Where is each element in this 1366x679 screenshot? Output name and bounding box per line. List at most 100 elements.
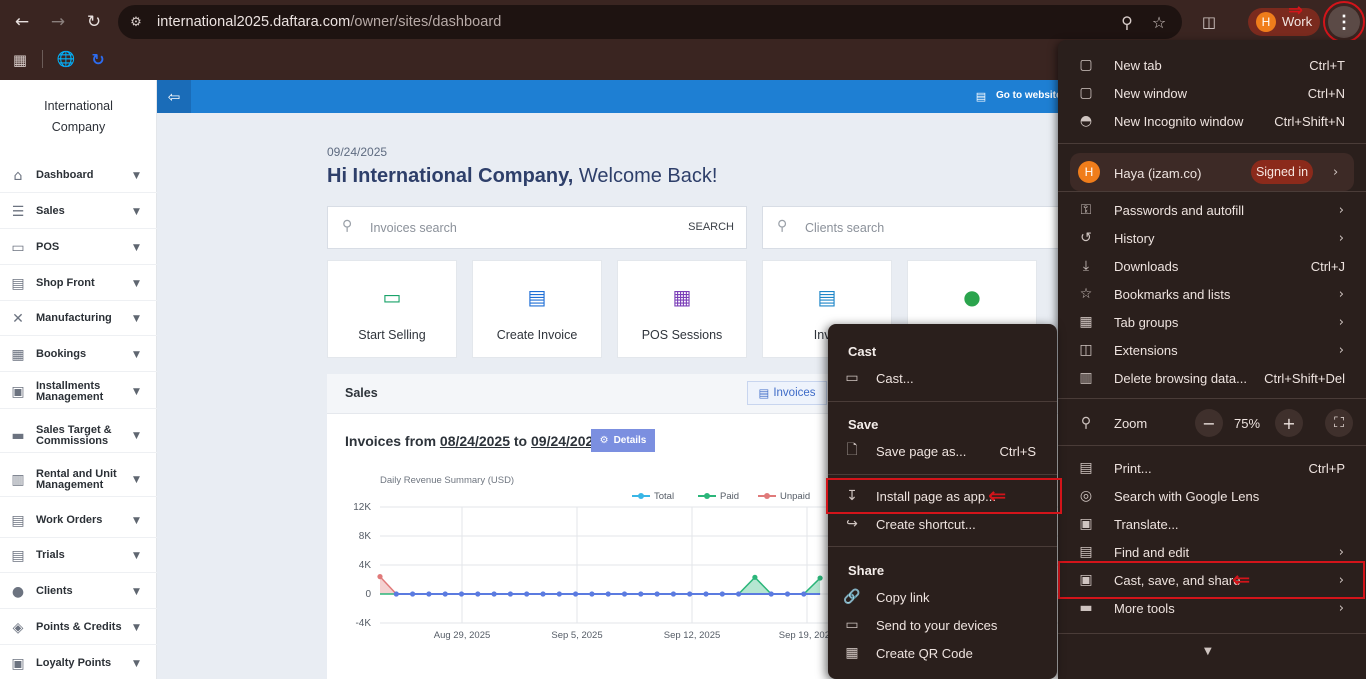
sidebar-item[interactable]: ◈ Points & Credits ▼ bbox=[0, 611, 157, 645]
site-info-icon[interactable]: ⚙ bbox=[126, 12, 146, 32]
sidebar-item-label: Points & Credits bbox=[36, 621, 122, 633]
create-qr-code-item[interactable]: ▦ Create QR Code bbox=[828, 639, 1057, 667]
invoices-search-input[interactable]: Invoices search bbox=[370, 221, 457, 235]
sidebar-item[interactable]: ▣ Installments Management ▼ bbox=[0, 375, 157, 409]
download-icon: ⤓ bbox=[1082, 258, 1090, 274]
create-shortcut-label: Create shortcut... bbox=[876, 516, 976, 532]
cast-item[interactable]: ▭ Cast... bbox=[828, 364, 1057, 392]
sidebar-item[interactable]: ⌂ Dashboard ▼ bbox=[0, 159, 157, 193]
chevron-down-icon[interactable]: ▼ bbox=[1204, 646, 1212, 657]
search-button[interactable]: SEARCH bbox=[688, 221, 734, 233]
qr-code-icon: ▦ bbox=[845, 645, 859, 661]
quick-action-card[interactable]: ▤ Create Invoice bbox=[472, 260, 602, 358]
sidebar-item-label: Trials bbox=[36, 549, 65, 561]
data-point bbox=[703, 591, 709, 597]
quick-action-card[interactable]: ▦ POS Sessions bbox=[617, 260, 747, 358]
extensions-icon[interactable]: ◫ bbox=[1198, 11, 1220, 33]
menu-item[interactable]: ⚿ Passwords and autofill › bbox=[1058, 196, 1366, 224]
save-header: Save bbox=[848, 417, 879, 432]
forward-icon[interactable]: → bbox=[45, 9, 71, 35]
invoices-tab[interactable]: ▤ Invoices bbox=[747, 381, 827, 405]
menu-item[interactable]: ▣ Translate... bbox=[1058, 510, 1366, 538]
sidebar-item-label: Rental and Unit Management bbox=[36, 467, 117, 491]
url-text[interactable]: international2025.daftara.com/owner/site… bbox=[157, 14, 501, 30]
back-icon[interactable]: ← bbox=[9, 9, 35, 35]
menu-item[interactable]: ▦ Tab groups › bbox=[1058, 308, 1366, 336]
clipboard-icon: ▤ bbox=[11, 512, 25, 529]
data-point bbox=[801, 591, 807, 597]
copy-link-item[interactable]: 🔗 Copy link bbox=[828, 583, 1057, 611]
menu-item[interactable]: ◫ Extensions › bbox=[1058, 336, 1366, 364]
details-button[interactable]: ⚙ Details bbox=[591, 429, 655, 452]
chevron-right-icon: › bbox=[1338, 286, 1344, 302]
store-icon: ▤ bbox=[975, 89, 987, 103]
paid-area bbox=[380, 577, 821, 594]
annotation-arrow-icon: ⇒ bbox=[1288, 0, 1304, 21]
bookmark-star-icon[interactable]: ☆ bbox=[1148, 11, 1170, 33]
menu-item[interactable]: ↺ History › bbox=[1058, 224, 1366, 252]
sidebar-item[interactable]: ▥ Rental and Unit Management ▼ bbox=[0, 463, 157, 497]
laptop-icon: ▭ bbox=[382, 285, 402, 309]
globe-icon[interactable]: 🌐 bbox=[56, 49, 76, 69]
cast-icon: ▭ bbox=[845, 370, 859, 386]
quick-action-card[interactable]: ▭ Start Selling bbox=[327, 260, 457, 358]
menu-item[interactable]: ▤ Print... Ctrl+P bbox=[1058, 454, 1366, 482]
sidebar-item[interactable]: ▤ Work Orders ▼ bbox=[0, 504, 157, 538]
menu-divider bbox=[1058, 398, 1366, 399]
menu-item[interactable]: ◎ Search with Google Lens bbox=[1058, 482, 1366, 510]
document-icon: ▤ bbox=[817, 285, 837, 309]
data-point bbox=[654, 591, 660, 597]
greeting-rest: Welcome Back! bbox=[578, 165, 718, 187]
chevron-down-icon: ▼ bbox=[133, 242, 140, 253]
sidebar-item[interactable]: ▣ Loyalty Points ▼ bbox=[0, 647, 157, 679]
data-point bbox=[524, 591, 530, 597]
qr-code-label: Create QR Code bbox=[876, 645, 973, 661]
send-to-devices-item[interactable]: ▭ Send to your devices bbox=[828, 611, 1057, 639]
sidebar-item[interactable]: ▦ Bookings ▼ bbox=[0, 338, 157, 372]
zoom-in-button[interactable]: + bbox=[1275, 409, 1303, 437]
menu-item-label: Bookmarks and lists bbox=[1114, 286, 1231, 302]
chart-y-tick: 12K bbox=[353, 502, 371, 513]
sidebar-item[interactable]: ☰ Sales ▼ bbox=[0, 195, 157, 229]
data-point bbox=[589, 591, 595, 597]
home-icon: ⌂ bbox=[13, 167, 23, 184]
daftara-logo-icon[interactable]: ↻ bbox=[88, 49, 108, 69]
devices-icon: ▭ bbox=[845, 617, 859, 633]
gift-icon: ▣ bbox=[11, 655, 25, 672]
sidebar-item[interactable]: ▬ Sales Target & Commissions ▼ bbox=[0, 419, 157, 453]
reload-icon[interactable]: ↻ bbox=[81, 9, 107, 35]
menu-item[interactable]: ☆ Bookmarks and lists › bbox=[1058, 280, 1366, 308]
sidebar-item[interactable]: ✕ Manufacturing ▼ bbox=[0, 302, 157, 336]
zoom-out-button[interactable]: − bbox=[1195, 409, 1223, 437]
chevron-down-icon: ▼ bbox=[133, 658, 140, 669]
fullscreen-icon[interactable]: ⛶ bbox=[1325, 409, 1353, 437]
sidebar-item[interactable]: ▤ Shop Front ▼ bbox=[0, 267, 157, 301]
menu-item[interactable]: ▢ New tab Ctrl+T bbox=[1058, 51, 1366, 79]
bookmarks-divider bbox=[42, 50, 43, 68]
apps-grid-icon[interactable]: ▦ bbox=[10, 50, 30, 70]
company-name-line2: Company bbox=[51, 120, 106, 134]
save-page-as-item[interactable]: 🗋 Save page as... Ctrl+S bbox=[828, 437, 1057, 465]
calculator-icon: ▦ bbox=[672, 285, 692, 309]
menu-item[interactable]: ▢ New window Ctrl+N bbox=[1058, 79, 1366, 107]
zoom-value: 75% bbox=[1234, 416, 1261, 431]
invoices-search-box[interactable]: ⚲ Invoices search SEARCH bbox=[327, 206, 747, 249]
menu-item[interactable]: ▥ Delete browsing data... Ctrl+Shift+Del bbox=[1058, 364, 1366, 392]
collapse-sidebar-icon[interactable]: ⇦ bbox=[157, 80, 191, 113]
welcome-heading: Hi International Company, Welcome Back! bbox=[327, 165, 717, 188]
menu-item[interactable]: ◓ New Incognito window Ctrl+Shift+N bbox=[1058, 107, 1366, 135]
clients-search-input[interactable]: Clients search bbox=[805, 221, 884, 235]
clients-search-box[interactable]: ⚲ Clients search bbox=[762, 206, 1067, 249]
sidebar-item[interactable]: ● Clients ▼ bbox=[0, 575, 157, 609]
cast-header: Cast bbox=[848, 344, 877, 359]
menu-item[interactable]: ⤓ Downloads Ctrl+J bbox=[1058, 252, 1366, 280]
sidebar-item[interactable]: ▤ Trials ▼ bbox=[0, 539, 157, 573]
from-date[interactable]: 08/24/2025 bbox=[440, 433, 510, 449]
create-shortcut-item[interactable]: ↪ Create shortcut... bbox=[828, 510, 1057, 538]
sidebar-item[interactable]: ▭ POS ▼ bbox=[0, 231, 157, 265]
menu-divider bbox=[1058, 633, 1366, 634]
data-point bbox=[573, 591, 579, 597]
go-to-website-link[interactable]: Go to website bbox=[996, 90, 1062, 101]
submenu-divider bbox=[828, 546, 1057, 547]
zoom-icon[interactable]: ⚲ bbox=[1116, 11, 1138, 33]
